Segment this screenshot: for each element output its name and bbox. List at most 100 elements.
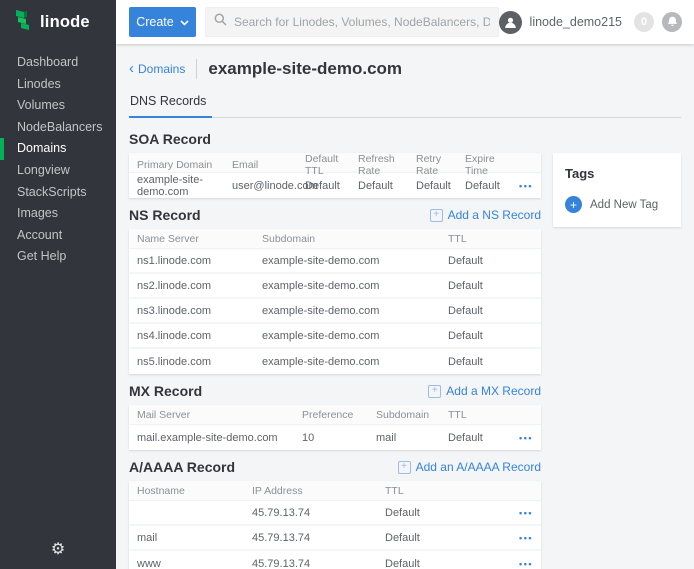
column-header: Subdomain xyxy=(262,233,448,245)
table-cell: Default xyxy=(448,255,533,267)
table-cell: user@linode.com xyxy=(232,180,305,192)
add-new-tag-button[interactable]: + Add New Tag xyxy=(565,196,669,213)
search-input[interactable] xyxy=(234,15,490,29)
add-record-plus-icon: + xyxy=(428,385,441,398)
add-new-tag-label: Add New Tag xyxy=(590,199,658,211)
column-header: Primary Domain xyxy=(137,159,232,171)
table-row: www45.79.13.74Default••• xyxy=(129,551,541,569)
tab-dns-records[interactable]: DNS Records xyxy=(129,94,212,118)
section-title: SOA Record xyxy=(129,131,211,147)
tags-title: Tags xyxy=(565,166,669,181)
column-header: Preference xyxy=(302,409,376,421)
sidebar-item-nodebalancers[interactable]: NodeBalancers xyxy=(0,117,116,139)
column-header: Expire Time xyxy=(465,153,515,177)
table-cell: Default xyxy=(448,356,533,368)
add-record-link[interactable]: +Add a MX Record xyxy=(428,384,541,398)
table-cell: Default xyxy=(358,180,416,192)
table-cell: mail xyxy=(376,432,448,444)
section-title: NS Record xyxy=(129,207,201,223)
table-cell: Default xyxy=(385,507,503,519)
breadcrumb: ‹ Domains example-site-demo.com xyxy=(129,57,681,81)
table-cell: example-site-demo.com xyxy=(137,174,232,198)
brand-name: linode xyxy=(40,13,90,32)
sidebar-item-stackscripts[interactable]: StackScripts xyxy=(0,182,116,204)
table-cell: Default xyxy=(416,180,465,192)
username[interactable]: linode_demo215 xyxy=(530,15,622,29)
add-record-plus-icon: + xyxy=(398,461,411,474)
sidebar-item-longview[interactable]: Longview xyxy=(0,160,116,182)
record-section-a-aaaa-record: A/AAAA Record + Add an A/AAAA Record Hostna… xyxy=(129,458,541,569)
linode-logo[interactable]: linode xyxy=(0,0,116,44)
record-section-mx-record: MX Record +Add a MX Record Mail ServerPref… xyxy=(129,382,541,450)
table-cell: Default xyxy=(385,558,503,569)
table-cell: ns3.linode.com xyxy=(137,305,262,317)
breadcrumb-divider xyxy=(196,59,197,79)
section-title: MX Record xyxy=(129,383,202,399)
notification-count-badge[interactable]: 0 xyxy=(634,12,654,32)
dns-records-sections: SOA RecordPrimary DomainEmailDefault TTL… xyxy=(129,130,541,569)
table-cell: 45.79.13.74 xyxy=(252,532,385,544)
create-button[interactable]: Create xyxy=(129,7,196,37)
table-cell: ns1.linode.com xyxy=(137,255,262,267)
table-row: ns5.linode.comexample-site-demo.comDefau… xyxy=(129,349,541,374)
add-record-link[interactable]: + Add a NS Record xyxy=(430,208,541,222)
table-cell: ns5.linode.com xyxy=(137,356,262,368)
record-section-soa-record: SOA Record Primary DomainEmailDefault TTL… xyxy=(129,130,541,198)
add-record-link[interactable]: + Add an A/AAAA Record xyxy=(398,460,541,474)
row-actions-button[interactable]: ••• xyxy=(519,533,533,543)
plus-circle-icon: + xyxy=(565,196,582,213)
column-header: Email xyxy=(232,159,305,171)
linode-cloud-manager: linode DashboardLinodesVolumesNodeBalanc… xyxy=(0,0,694,569)
table-cell: mail.example-site-demo.com xyxy=(137,432,302,444)
sidebar-item-volumes[interactable]: Volumes xyxy=(0,95,116,117)
sidebar-item-dashboard[interactable]: Dashboard xyxy=(0,52,116,74)
column-header: TTL xyxy=(448,233,533,245)
record-section-ns-record: NS Record + Add a NS Record Name ServerSubd… xyxy=(129,206,541,374)
row-actions-button[interactable]: ••• xyxy=(519,559,533,569)
column-header: Name Server xyxy=(137,233,262,245)
table-row: mail.example-site-demo.com10mailDefault•… xyxy=(129,425,541,450)
table-header-row: Name ServerSubdomainTTL xyxy=(129,229,541,249)
records-table: Primary DomainEmailDefault TTLRefresh Ra… xyxy=(129,153,541,198)
table-cell: mail xyxy=(137,532,252,544)
create-button-label: Create xyxy=(136,15,174,29)
column-header: TTL xyxy=(385,485,503,497)
table-header-row: Primary DomainEmailDefault TTLRefresh Ra… xyxy=(129,153,541,173)
records-table: Mail ServerPreferenceSubdomainTTLmail.ex… xyxy=(129,405,541,450)
records-table: HostnameIP AddressTTL45.79.13.74Default•… xyxy=(129,481,541,569)
table-row: 45.79.13.74Default ••• xyxy=(129,501,541,526)
table-cell: example-site-demo.com xyxy=(262,356,448,368)
row-actions-button[interactable]: ••• xyxy=(519,433,533,443)
user-area: linode_demo215 0 xyxy=(499,11,682,34)
records-table: Name ServerSubdomainTTL ns1.linode.com exa… xyxy=(129,229,541,374)
search-bar xyxy=(205,7,499,37)
sidebar-item-linodes[interactable]: Linodes xyxy=(0,74,116,96)
table-cell: 10 xyxy=(302,432,376,444)
add-record-label: Add an A/AAAA Record xyxy=(416,460,541,474)
breadcrumb-back-label: Domains xyxy=(138,62,185,76)
notifications-bell-button[interactable] xyxy=(662,12,682,32)
table-cell: Default xyxy=(305,180,358,192)
table-cell: www xyxy=(137,558,252,569)
breadcrumb-back-link[interactable]: ‹ Domains xyxy=(129,62,185,76)
row-actions-button[interactable]: ••• xyxy=(519,508,533,518)
settings-gear-button[interactable]: ⚙ xyxy=(0,539,116,559)
sidebar-item-account[interactable]: Account xyxy=(0,225,116,247)
table-cell: ns2.linode.com xyxy=(137,280,262,292)
sidebar-item-images[interactable]: Images xyxy=(0,203,116,225)
add-record-label: Add a NS Record xyxy=(448,208,541,222)
section-title: A/AAAA Record xyxy=(129,459,235,475)
row-actions-button[interactable]: ••• xyxy=(519,181,533,191)
table-header-row: Mail ServerPreferenceSubdomainTTL xyxy=(129,405,541,425)
table-cell: example-site-demo.com xyxy=(262,305,448,317)
user-avatar[interactable] xyxy=(499,11,522,34)
sidebar-item-domains[interactable]: Domains xyxy=(0,138,116,160)
topbar: Create linode_demo215 0 xyxy=(116,0,694,44)
column-header: Retry Rate xyxy=(416,153,465,177)
sidebar-nav: DashboardLinodesVolumesNodeBalancersDoma… xyxy=(0,44,116,268)
sidebar-item-get-help[interactable]: Get Help xyxy=(0,246,116,268)
table-row: mail45.79.13.74Default••• xyxy=(129,526,541,551)
tabs-bar: DNS Records xyxy=(129,94,681,118)
table-cell: 45.79.13.74 xyxy=(252,507,385,519)
add-record-plus-icon: + xyxy=(430,209,443,222)
